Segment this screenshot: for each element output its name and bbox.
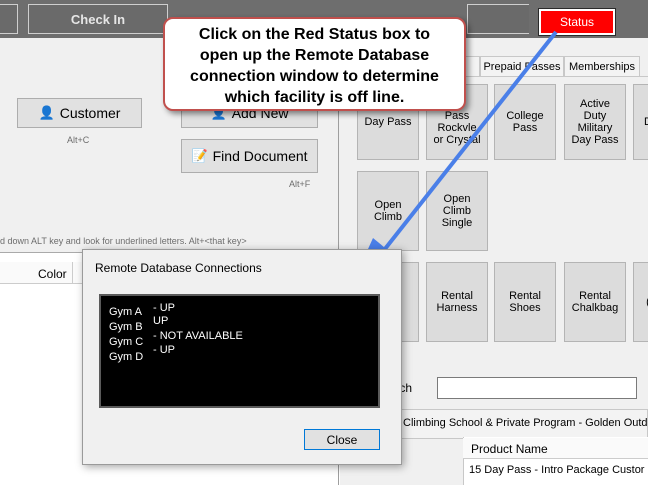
pass-tile-line: Shoes xyxy=(509,302,541,314)
pass-tile-line: College xyxy=(506,110,544,122)
callout-line: connection window to determine xyxy=(190,68,439,85)
product-row[interactable]: 15 Day Pass - Intro Package Custor xyxy=(463,460,648,480)
pass-tile-line: or Crystal xyxy=(433,134,481,146)
dialog-title: Remote Database Connections xyxy=(95,261,262,275)
pass-tile-line: D xyxy=(644,116,648,128)
pass-tile-line: Single xyxy=(441,217,473,229)
customer-button-label: Customer xyxy=(59,105,121,121)
pass-tile-line: Rental xyxy=(579,290,611,302)
pass-tile-line: Duty xyxy=(583,110,607,122)
pass-tile-line: Open xyxy=(443,193,471,205)
pass-tile-label: Rental Chalkbag xyxy=(572,290,618,314)
gym-status: - UP xyxy=(153,344,175,356)
pass-tile-line: Chalkbag xyxy=(571,302,619,314)
gym-status: - UP xyxy=(153,302,175,314)
callout-line: Click on the Red Status box to xyxy=(198,26,431,43)
table-header-color[interactable]: Color xyxy=(38,267,67,281)
callout-line: which facility is off line. xyxy=(224,89,405,106)
pass-tile-label: Rental Harness xyxy=(437,290,478,314)
find-document-shortcut-hint: Alt+F xyxy=(289,179,311,189)
find-document-button[interactable]: 📝 Find Document xyxy=(181,139,318,173)
pass-tile[interactable]: Open Climb Single xyxy=(426,171,488,251)
pass-tile-line: Harness xyxy=(436,302,478,314)
callout-line: open up the Remote Database xyxy=(199,47,430,64)
close-button[interactable]: Close xyxy=(304,429,380,450)
gym-status: UP xyxy=(153,315,169,327)
pass-tile-label: Rental Shoes xyxy=(509,290,541,314)
alt-key-hint: d down ALT key and look for underlined l… xyxy=(0,236,247,246)
pass-tile[interactable]: Open Climb xyxy=(357,171,419,251)
pass-tile-line: Pass xyxy=(444,110,470,122)
remote-database-dialog: Remote Database Connections Gym A - UP G… xyxy=(82,249,402,465)
toolbar-button-left[interactable] xyxy=(0,4,18,34)
column-divider xyxy=(72,262,73,284)
pass-tile[interactable]: Rental Shoes xyxy=(494,262,556,342)
pass-tile-line: Pass xyxy=(512,122,538,134)
pass-tile-line: Open xyxy=(374,199,402,211)
instruction-callout: Click on the Red Status box to open up t… xyxy=(163,17,466,111)
pass-tile-label: Open Climb xyxy=(374,199,402,223)
pass-tile-line: Day Pass xyxy=(571,134,619,146)
tab-memberships[interactable]: Memberships xyxy=(564,56,640,76)
customer-button[interactable]: 👤 Customer xyxy=(17,98,142,128)
pass-tile[interactable]: Rental Chalkbag xyxy=(564,262,626,342)
tab-prepaid-passes[interactable]: Prepaid Passes xyxy=(480,56,564,76)
search-input[interactable] xyxy=(437,377,637,399)
pass-tile-line: Climb xyxy=(373,211,403,223)
connection-status-panel: Gym A - UP Gym B UP Gym C - NOT AVAILABL… xyxy=(99,294,380,408)
pass-tile-line: Rental xyxy=(509,290,541,302)
pass-tile[interactable]: ( xyxy=(633,262,648,342)
pass-tile-line: Military xyxy=(577,122,613,134)
pass-tile[interactable]: Active Duty Military Day Pass xyxy=(564,84,626,160)
pass-tile-line: Climb xyxy=(442,205,472,217)
pass-tile-label: Day Pass xyxy=(364,116,411,128)
pass-tile[interactable]: Rental Harness xyxy=(426,262,488,342)
pass-tile[interactable]: College Pass xyxy=(494,84,556,160)
program-tab[interactable]: Climbing School & Private Program - Gold… xyxy=(396,409,648,439)
pass-tile-label: D xyxy=(644,116,648,128)
product-table-header[interactable]: Product Name xyxy=(463,438,648,459)
pass-tile-line: Rockvle xyxy=(437,122,477,134)
pass-tile-line: Rental xyxy=(441,290,473,302)
status-button[interactable]: Status xyxy=(538,8,616,36)
pass-tile-label: Active Duty Military Day Pass xyxy=(571,98,618,146)
customer-shortcut-hint: Alt+C xyxy=(67,135,90,145)
gym-status: - NOT AVAILABLE xyxy=(153,330,243,342)
pass-tile[interactable]: D xyxy=(633,84,648,160)
document-icon: 📝 xyxy=(191,148,208,163)
pass-tile-line: Active xyxy=(580,98,610,110)
toolbar-button-right[interactable] xyxy=(467,4,529,34)
find-document-button-label: Find Document xyxy=(212,148,308,164)
person-icon: 👤 xyxy=(38,105,55,120)
check-in-button[interactable]: Check In xyxy=(28,4,168,34)
pass-tile-line: Day Pass xyxy=(364,116,412,128)
pass-tile-label: Open Climb Single xyxy=(442,193,473,229)
pass-tile-label: College Pass xyxy=(506,110,543,134)
